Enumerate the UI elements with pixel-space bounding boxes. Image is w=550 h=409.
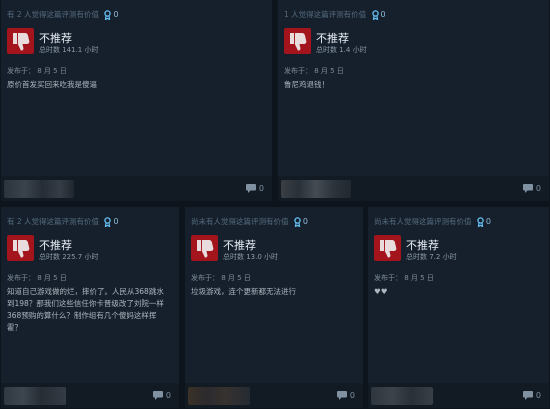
review-card: 有 2 人觉得这篇评测有价值 0 不推荐 总时数 225.7 小时 发布于： 8…	[1, 207, 179, 408]
thumbs-down-icon[interactable]	[374, 235, 401, 261]
helpful-count-line: 有 2 人觉得这篇评测有价值 0	[7, 216, 119, 227]
comment-count-area[interactable]: 0	[523, 184, 541, 193]
comment-bubble-icon	[153, 391, 164, 400]
review-footer: 0	[1, 383, 179, 408]
comment-count: 0	[535, 391, 541, 400]
posted-date: 发布于： 8 月 5 日	[374, 274, 434, 282]
comment-bubble-icon	[523, 391, 534, 400]
playtime-hours: 总时数 141.1 小时	[39, 46, 99, 54]
author-avatar[interactable]	[4, 180, 74, 198]
comment-count-area[interactable]: 0	[153, 391, 171, 400]
author-avatar[interactable]	[371, 387, 433, 405]
recommendation-label: 不推荐	[406, 239, 439, 252]
helpful-count-text: 1 人觉得这篇评测有价值	[284, 10, 367, 19]
review-footer: 0	[1, 176, 272, 201]
helpful-count-line: 1 人觉得这篇评测有价值 0	[284, 9, 386, 20]
comment-bubble-icon	[523, 184, 534, 193]
comment-count-area[interactable]: 0	[246, 184, 264, 193]
recommendation-label: 不推荐	[223, 239, 256, 252]
helpful-count-text: 尚未有人觉得这篇评测有价值	[191, 217, 289, 226]
review-footer: 0	[368, 383, 549, 408]
helpful-count-line: 有 2 人觉得这篇评测有价值 0	[7, 9, 119, 20]
helpful-count-line: 尚未有人觉得这篇评测有价值 0	[374, 216, 491, 227]
review-content: 原价首发买回来吃我是傻逼	[7, 80, 97, 89]
playtime-hours: 总时数 7.2 小时	[406, 253, 457, 261]
review-card: 有 2 人觉得这篇评测有价值 0 不推荐 总时数 141.1 小时 发布于： 8…	[1, 0, 272, 201]
award-icon[interactable]	[104, 217, 112, 227]
comment-count-area[interactable]: 0	[337, 391, 355, 400]
review-card: 尚未有人觉得这篇评测有价值 0 不推荐 总时数 13.0 小时 发布于： 8 月…	[185, 207, 363, 408]
author-avatar[interactable]	[281, 180, 351, 198]
award-count: 0	[380, 10, 386, 19]
comment-count: 0	[258, 184, 264, 193]
award-icon[interactable]	[294, 217, 301, 227]
helpful-count-line: 尚未有人觉得这篇评测有价值 0	[191, 216, 308, 227]
comment-bubble-icon	[246, 184, 257, 193]
award-count: 0	[485, 217, 491, 226]
review-card: 1 人觉得这篇评测有价值 0 不推荐 总时数 1.4 小时 发布于： 8 月 5…	[278, 0, 549, 201]
posted-date: 发布于： 8 月 5 日	[7, 67, 67, 75]
author-avatar[interactable]	[188, 387, 250, 405]
posted-date: 发布于： 8 月 5 日	[284, 67, 344, 75]
review-content: 知道自己游戏做的烂，摔价了。人民从368跳水到198？那我们这些信任你卡晋级改了…	[7, 287, 164, 332]
review-content: 垃圾游戏，连个更新都无法进行	[191, 287, 296, 296]
comment-count-area[interactable]: 0	[523, 391, 541, 400]
thumbs-down-icon[interactable]	[284, 28, 311, 54]
recommendation-label: 不推荐	[39, 32, 72, 45]
playtime-hours: 总时数 1.4 小时	[316, 46, 367, 54]
comment-bubble-icon	[337, 391, 348, 400]
helpful-count-text: 有 2 人觉得这篇评测有价值	[7, 10, 100, 19]
award-count: 0	[302, 217, 308, 226]
review-content: 鲁尼鸡退钱！	[284, 80, 329, 89]
recommendation-label: 不推荐	[39, 239, 72, 252]
helpful-count-text: 有 2 人觉得这篇评测有价值	[7, 217, 100, 226]
recommendation-label: 不推荐	[316, 32, 349, 45]
thumbs-down-icon[interactable]	[7, 235, 34, 261]
playtime-hours: 总时数 13.0 小时	[223, 253, 279, 261]
award-icon[interactable]	[477, 217, 484, 227]
review-footer: 0	[185, 383, 363, 408]
award-icon[interactable]	[371, 10, 379, 20]
award-count: 0	[113, 10, 119, 19]
thumbs-down-icon[interactable]	[191, 235, 218, 261]
helpful-count-text: 尚未有人觉得这篇评测有价值	[374, 217, 472, 226]
author-avatar[interactable]	[4, 387, 66, 405]
thumbs-down-icon[interactable]	[7, 28, 34, 54]
award-icon[interactable]	[104, 10, 112, 20]
posted-date: 发布于： 8 月 5 日	[7, 274, 67, 282]
review-card: 尚未有人觉得这篇评测有价值 0 不推荐 总时数 7.2 小时 发布于： 8 月 …	[368, 207, 549, 408]
comment-count: 0	[349, 391, 355, 400]
posted-date: 发布于： 8 月 5 日	[191, 274, 251, 282]
playtime-hours: 总时数 225.7 小时	[39, 253, 99, 261]
award-count: 0	[113, 217, 119, 226]
review-footer: 0	[278, 176, 549, 201]
comment-count: 0	[535, 184, 541, 193]
review-content: ♥♥	[374, 287, 388, 296]
comment-count: 0	[165, 391, 171, 400]
